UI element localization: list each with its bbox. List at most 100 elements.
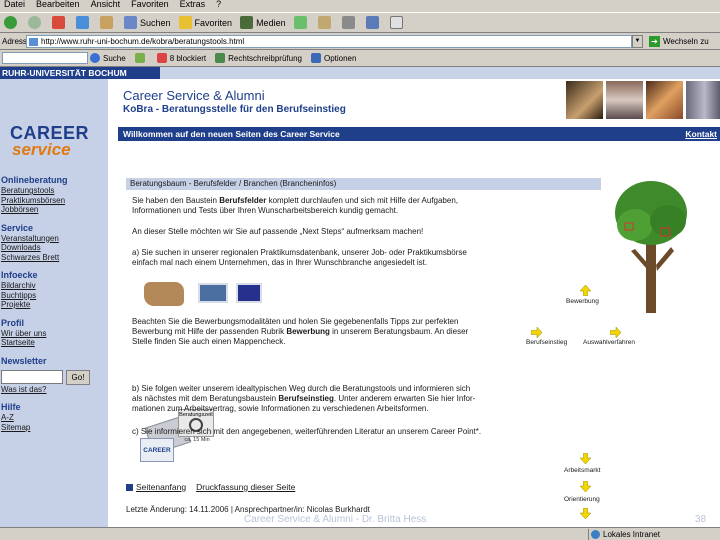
go-button[interactable]: ➔ Wechseln zu [649, 35, 709, 47]
forward-button[interactable] [28, 16, 44, 29]
discuss-button[interactable] [389, 16, 406, 29]
slide-footer: Career Service & Alumni - Dr. Britta Hes… [244, 514, 427, 525]
tree-trunk [646, 243, 656, 313]
praktikumsdatenbank-map-icon[interactable] [144, 282, 184, 306]
edit-icon [365, 16, 379, 29]
refresh-icon [76, 16, 89, 29]
mail-icon [317, 16, 331, 29]
intro-berufsfelder[interactable]: Berufsfelder [219, 196, 266, 205]
go-button-label: Wechseln zu [663, 36, 709, 46]
spellcheck-icon [215, 53, 226, 63]
history-button[interactable] [293, 16, 310, 29]
newsletter-go-button[interactable]: Go! [66, 369, 90, 385]
nav-item-buchtipps[interactable]: Buchtipps [0, 291, 108, 301]
career-point-badge[interactable]: CAREER [140, 438, 174, 462]
next-steps-line: An dieser Stelle möchten wir Sie auf pas… [132, 227, 424, 236]
nav-item-bildarchiv[interactable]: Bildarchiv [0, 281, 108, 291]
arrow-berufseinstieg-icon[interactable] [531, 327, 542, 338]
menu-tools[interactable]: Extras [180, 0, 206, 9]
option-b-line-2: als nächstes mit dem Beratungsbaustein B… [132, 394, 475, 404]
nav-item-schwarzes-brett[interactable]: Schwarzes Brett [0, 253, 108, 263]
nav-item-projekte[interactable]: Projekte [0, 300, 108, 310]
edit-button[interactable] [365, 16, 382, 29]
career-service-logo[interactable]: CAREER service [10, 123, 96, 163]
options-button[interactable]: Optionen [310, 53, 356, 63]
home-icon [100, 16, 113, 29]
mail-button[interactable] [317, 16, 334, 29]
label-arbeitsmarkt[interactable]: Arbeitsmarkt [564, 467, 600, 474]
label-berufseinstieg[interactable]: Berufseinstieg [526, 339, 567, 346]
newsletter-info-link[interactable]: Was ist das? [0, 385, 108, 395]
nav-head-profil[interactable]: Profil [0, 318, 108, 329]
nav-head-onlineberatung[interactable]: Onlineberatung [0, 175, 108, 186]
arrow-auswahlverfahren-icon[interactable] [610, 327, 621, 338]
browser-window: Datei Bearbeiten Ansicht Favoriten Extra… [0, 0, 720, 540]
menu-edit[interactable]: Bearbeiten [36, 0, 80, 9]
back-arrow-icon [4, 16, 17, 29]
arrow-orientierung-icon[interactable] [580, 481, 591, 492]
career-tree-image[interactable] [613, 173, 688, 323]
address-bar: Adresse http://www.ruhr-uni-bochum.de/ko… [0, 33, 720, 50]
spellcheck-button[interactable]: Rechtschreibprüfung [215, 53, 302, 63]
discuss-icon [389, 16, 403, 29]
nav-item-jobboersen[interactable]: Jobbörsen [0, 205, 108, 215]
sidebar-nav: Onlineberatung Beratungstools Praktikums… [0, 175, 108, 440]
menu-view[interactable]: Ansicht [91, 0, 121, 9]
address-input[interactable]: http://www.ruhr-uni-bochum.de/kobra/bera… [26, 34, 632, 48]
print-button[interactable] [341, 16, 358, 29]
nav-item-beratungstools[interactable]: Beratungstools [0, 186, 108, 196]
nav-item-veranstaltungen[interactable]: Veranstaltungen [0, 234, 108, 244]
contact-link[interactable]: Kontakt [685, 127, 717, 141]
nav-item-wir-ueber-uns[interactable]: Wir über uns [0, 329, 108, 339]
nav-item-praktikumsboersen[interactable]: Praktikumsbörsen [0, 196, 108, 206]
berufseinstieg-link[interactable]: Berufseinstieg [278, 394, 334, 403]
google-search-button[interactable]: Suche [90, 53, 126, 63]
nav-item-startseite[interactable]: Startseite [0, 338, 108, 348]
tree-branch [656, 247, 674, 271]
print-version-link[interactable]: Druckfassung dieser Seite [196, 482, 295, 492]
jobboerse-icon[interactable] [198, 283, 228, 303]
popup-blocker[interactable]: 8 blockiert [156, 53, 206, 63]
bewerbung-link[interactable]: Bewerbung [286, 327, 330, 336]
search-button[interactable]: Suchen [124, 16, 171, 29]
google-toolbar: Suche 8 blockiert Rechtschreibprüfung Op… [0, 50, 720, 67]
google-pagerank[interactable] [134, 53, 148, 63]
nav-item-downloads[interactable]: Downloads [0, 243, 108, 253]
header-photo [606, 81, 643, 119]
label-auswahlverfahren[interactable]: Auswahlverfahren [583, 339, 635, 346]
menu-favorites[interactable]: Favoriten [131, 0, 169, 9]
google-search-input[interactable] [2, 52, 88, 64]
popup-blocker-icon [156, 53, 167, 63]
arrow-arbeitsmarkt-icon[interactable] [580, 453, 591, 464]
application-text-2a: Bewerbung mit Hilfe der passenden Rubrik [132, 327, 285, 336]
praktikumsboerse-icon[interactable] [236, 283, 262, 303]
application-line-2: Bewerbung mit Hilfe der passenden Rubrik… [132, 327, 468, 337]
nav-item-a-z[interactable]: A-Z [0, 413, 108, 423]
nav-head-infoecke[interactable]: Infoecke [0, 270, 108, 281]
arrow-bewerbung-icon[interactable] [580, 285, 591, 296]
page-top-link[interactable]: Seitenanfang [136, 482, 186, 492]
newsletter-email-input[interactable] [1, 370, 63, 384]
media-icon [240, 16, 254, 29]
star-icon [178, 16, 192, 29]
nav-item-sitemap[interactable]: Sitemap [0, 423, 108, 433]
section-title: Beratungsbaum - Berufsfelder / Branchen … [126, 178, 601, 190]
label-bewerbung[interactable]: Bewerbung [566, 298, 599, 305]
home-button[interactable] [100, 16, 116, 29]
menu-file[interactable]: Datei [4, 0, 25, 9]
option-a-line-2: einfach mal nach einem Unternehmen, das … [132, 258, 428, 267]
menu-help[interactable]: ? [216, 0, 221, 9]
left-navigation-column: CAREER service Onlineberatung Beratungst… [0, 79, 108, 527]
label-orientierung[interactable]: Orientierung [564, 496, 600, 503]
university-bar[interactable]: RUHR-UNIVERSITÄT BOCHUM [0, 67, 160, 79]
refresh-button[interactable] [76, 16, 92, 29]
footer-links: Seitenanfang Druckfassung dieser Seite [126, 482, 295, 492]
stop-button[interactable] [52, 16, 68, 29]
nav-head-service[interactable]: Service [0, 223, 108, 234]
address-dropdown[interactable]: ▼ [632, 34, 643, 48]
back-button[interactable] [4, 16, 20, 29]
arrow-down-icon[interactable] [580, 508, 591, 519]
media-button[interactable]: Medien [240, 16, 286, 29]
welcome-text: Willkommen auf den neuen Seiten des Care… [123, 129, 340, 139]
favorites-button[interactable]: Favoriten [178, 16, 232, 29]
